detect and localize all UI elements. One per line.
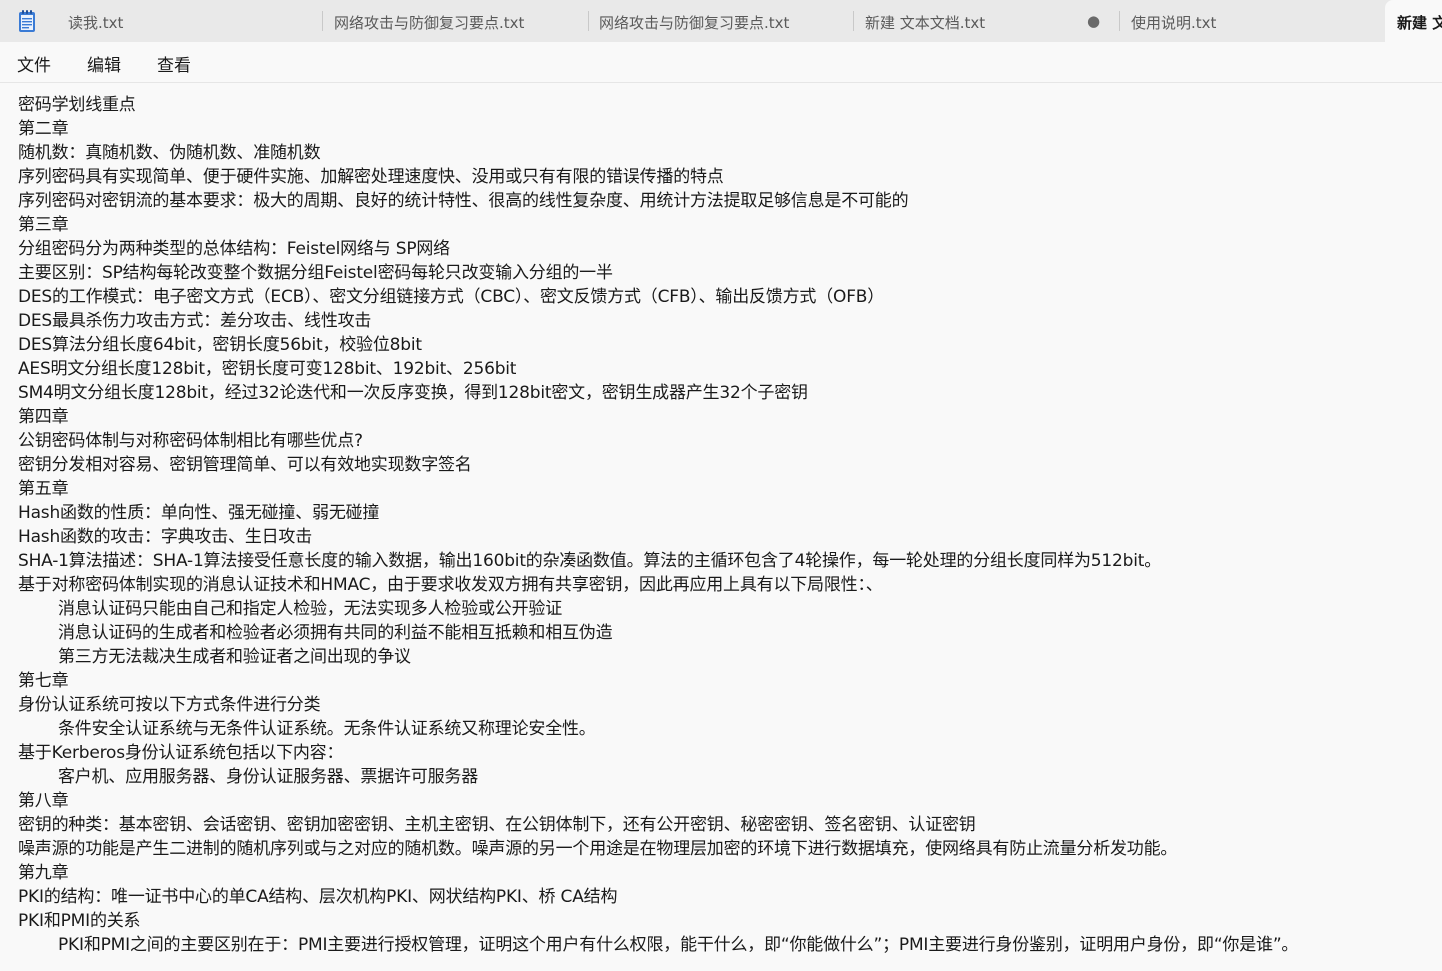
menu-edit[interactable]: 编辑 [85,51,123,76]
editor-line: 第三章 [18,215,69,235]
editor-line: SM4明文分组长度128bit，经过32论迭代和一次反序变换，得到128bit密… [18,383,808,403]
editor-line: 序列密码对密钥流的基本要求：极大的周期、良好的统计特性、很高的线性复杂度、用统计… [18,191,909,211]
editor-line: AES明文分组长度128bit，密钥长度可变128bit、192bit、256b… [18,359,517,379]
editor-line: 基于Kerberos身份认证系统包括以下内容： [18,743,344,763]
tab-active-new[interactable]: 新建 文 [1385,0,1442,42]
editor-line: SHA-1算法描述：SHA-1算法接受任意长度的输入数据，输出160bit的杂凑… [18,551,1162,571]
editor-lines: 密码学划线重点 第二章 随机数：真随机数、伪随机数、准随机数 序列密码具有实现简… [18,93,1298,957]
editor-line: Hash函数的性质：单向性、强无碰撞、弱无碰撞 [18,503,380,523]
editor-line: 客户机、应用服务器、身份认证服务器、票据许可服务器 [58,767,478,787]
text-editor[interactable]: 密码学划线重点 第二章 随机数：真随机数、伪随机数、准随机数 序列密码具有实现简… [0,83,1442,971]
menu-bar: 文件 编辑 查看 [0,42,1442,83]
editor-line: PKI的结构：唯一证书中心的单CA结构、层次机构PKI、网状结构PKI、桥 CA… [18,887,618,907]
editor-line: 分组密码分为两种类型的总体结构：Feistel网络与 SP网络 [18,239,450,259]
tab-separator [322,11,323,31]
editor-line: 基于对称密码体制实现的消息认证技术和HMAC，由于要求收发双方拥有共享密钥，因此… [18,575,883,595]
editor-line: 序列密码具有实现简单、便于硬件实施、加解密处理速度快、没用或只有有限的错误传播的… [18,167,724,187]
editor-line: 第八章 [18,791,69,811]
editor-line: 主要区别：SP结构每轮改变整个数据分组Feistel密码每轮只改变输入分组的一半 [18,263,613,283]
tab-label: 网络攻击与防御复习要点.txt [599,14,790,32]
tab-new-text-document[interactable]: 新建 文本文档.txt [865,0,1080,42]
tab-network-review-2[interactable]: 网络攻击与防御复习要点.txt [599,0,849,42]
editor-line: 第二章 [18,119,69,139]
editor-line: 第三方无法裁决生成者和验证者之间出现的争议 [58,647,411,667]
tab-separator [588,11,589,31]
tab-network-review-1[interactable]: 网络攻击与防御复习要点.txt [334,0,584,42]
editor-line: 第七章 [18,671,69,691]
editor-line: 消息认证码只能由自己和指定人检验，无法实现多人检验或公开验证 [58,599,562,619]
tab-instructions[interactable]: 使用说明.txt [1131,0,1371,42]
editor-line: 公钥密码体制与对称密码体制相比有哪些优点? [18,431,363,451]
notepad-icon [19,10,35,32]
tab-label: 读我.txt [68,14,124,32]
editor-line: 随机数：真随机数、伪随机数、准随机数 [18,143,321,163]
tab-separator [1119,11,1120,31]
editor-line: 噪声源的功能是产生二进制的随机序列或与之对应的随机数。噪声源的另一个用途是在物理… [18,839,1178,859]
editor-line: 消息认证码的生成者和检验者必须拥有共同的利益不能相互抵赖和相互伪造 [58,623,613,643]
editor-line: PKI和PMI的关系 [18,911,141,931]
editor-line: 身份认证系统可按以下方式条件进行分类 [18,695,321,715]
editor-line: 第五章 [18,479,69,499]
editor-line: 条件安全认证系统与无条件认证系统。无条件认证系统又称理论安全性。 [58,719,596,739]
tab-label: 新建 文 [1397,14,1442,32]
editor-line: 第四章 [18,407,69,427]
tab-bar: 读我.txt 网络攻击与防御复习要点.txt 网络攻击与防御复习要点.txt 新… [0,0,1442,42]
tab-label: 新建 文本文档.txt [865,14,986,32]
editor-line: DES最具杀伤力攻击方式：差分攻击、线性攻击 [18,311,372,331]
unsaved-dot-icon[interactable]: ● [1087,12,1100,30]
editor-line: PKI和PMI之间的主要区别在于：PMI主要进行授权管理，证明这个用户有什么权限… [58,935,1299,955]
tab-separator [853,11,854,31]
editor-line: DES的工作模式：电子密文方式（ECB）、密文分组链接方式（CBC）、密文反馈方… [18,287,885,307]
menu-view[interactable]: 查看 [155,51,193,76]
tab-label: 网络攻击与防御复习要点.txt [334,14,525,32]
editor-line: 密码学划线重点 [18,95,136,115]
editor-line: Hash函数的攻击：字典攻击、生日攻击 [18,527,313,547]
tab-readme[interactable]: 读我.txt [68,0,318,42]
editor-line: 第九章 [18,863,69,883]
editor-line: DES算法分组长度64bit，密钥长度56bit，校验位8bit [18,335,422,355]
tab-label: 使用说明.txt [1131,14,1217,32]
editor-line: 密钥的种类：基本密钥、会话密钥、密钥加密密钥、主机主密钥、在公钥体制下，还有公开… [18,815,976,835]
menu-file[interactable]: 文件 [15,51,53,76]
editor-line: 密钥分发相对容易、密钥管理简单、可以有效地实现数字签名 [18,455,472,475]
